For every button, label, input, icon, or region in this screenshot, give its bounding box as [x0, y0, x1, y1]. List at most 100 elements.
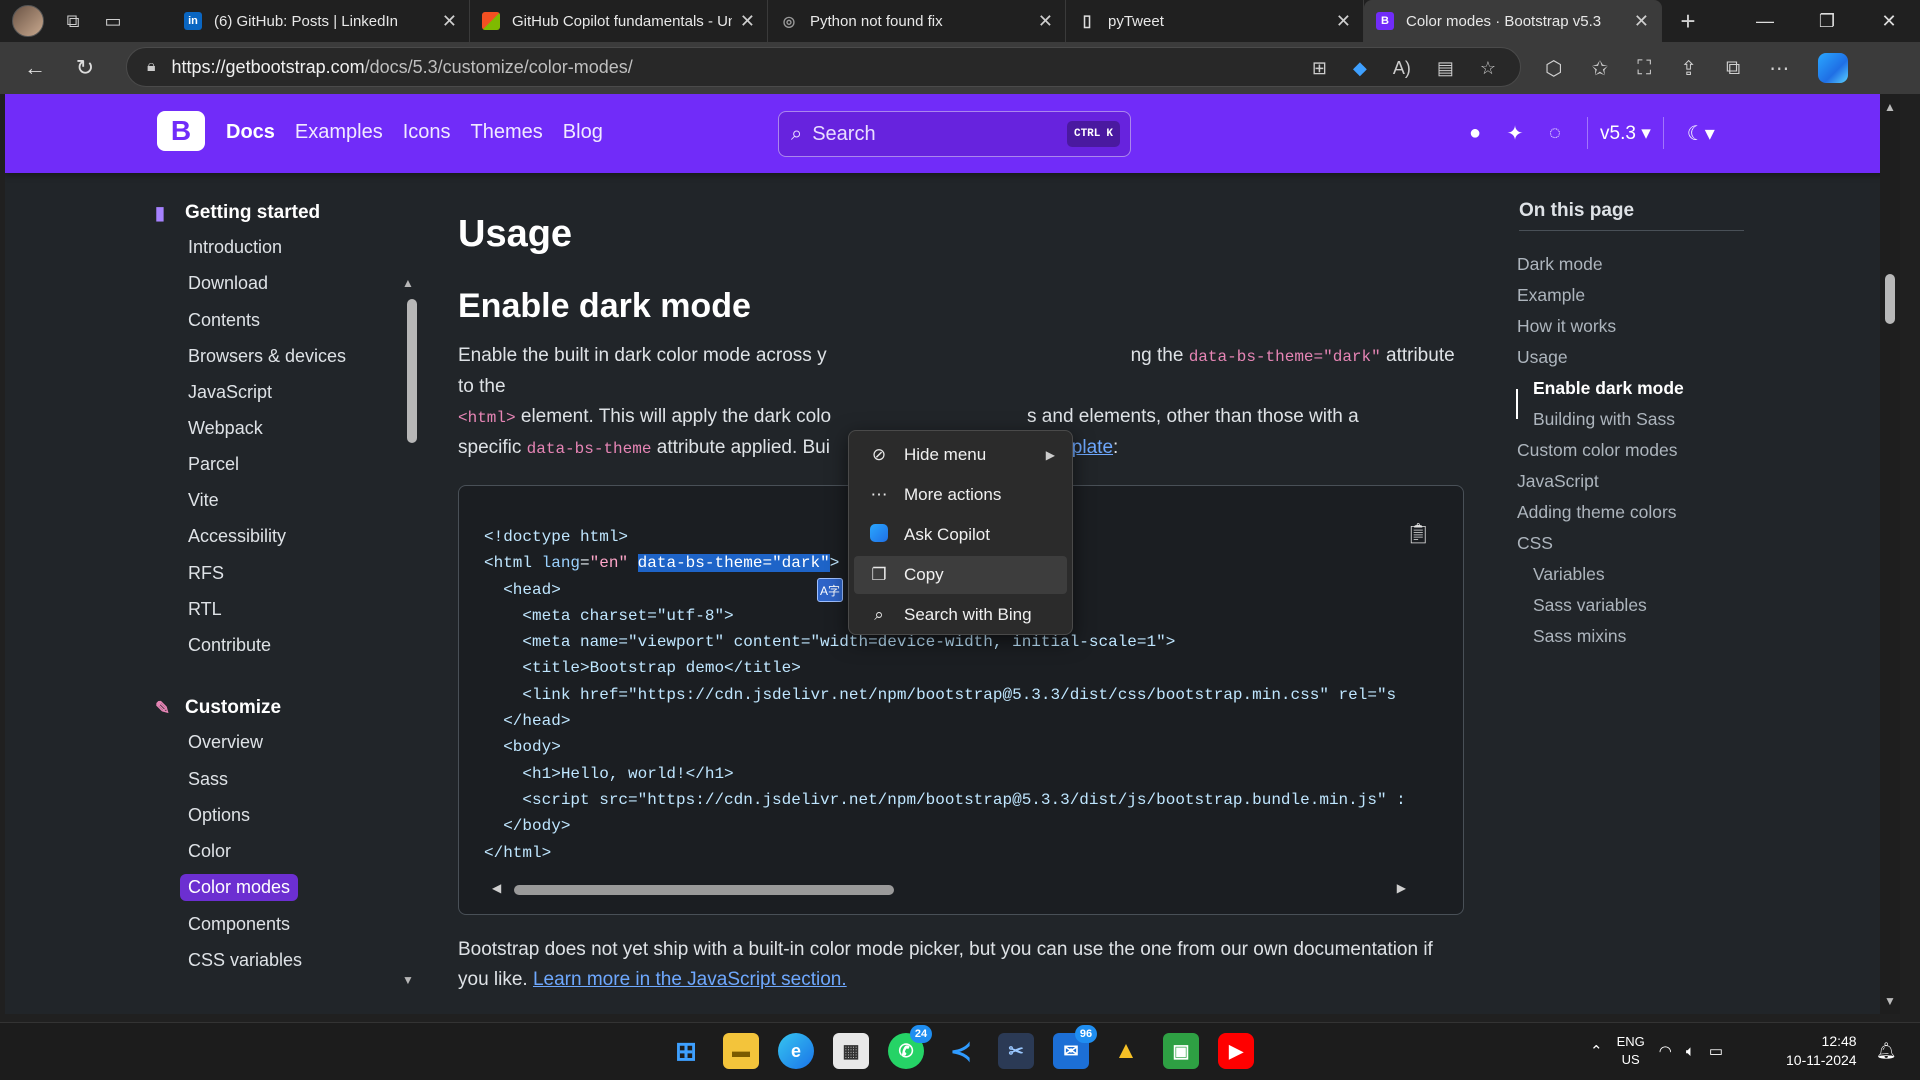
copy-code-icon[interactable]: 📋︎ [1406, 521, 1431, 546]
sidebar-item-download[interactable]: Download [188, 273, 268, 294]
tab-linkedin[interactable]: in (6) GitHub: Posts | LinkedIn ✕ [172, 0, 470, 42]
sidebar-item-parcel[interactable]: Parcel [188, 454, 239, 475]
file-explorer-icon[interactable]: ▬ [723, 1033, 759, 1069]
youtube-icon[interactable]: ▶ [1218, 1033, 1254, 1069]
toc-item-usage[interactable]: Usage [1517, 347, 1568, 368]
minimize-button[interactable]: — [1734, 0, 1796, 42]
toc-item-example[interactable]: Example [1517, 285, 1585, 306]
docs-search-button[interactable]: ⌕ Search CTRL K [778, 111, 1131, 157]
toc-item-css[interactable]: CSS [1517, 533, 1553, 554]
screenshot-icon[interactable]: ⛶ [1637, 57, 1651, 80]
google-drive-icon[interactable]: ▲ [1108, 1033, 1144, 1069]
notification-bell-icon[interactable]: 🔔︎ [1876, 1041, 1896, 1061]
battery-icon[interactable]: ▭ [1709, 1042, 1723, 1060]
toc-item-how-it-works[interactable]: How it works [1517, 316, 1616, 337]
restore-button[interactable]: ❐ [1796, 0, 1858, 42]
whatsapp-icon[interactable]: ✆ 24 [888, 1025, 932, 1069]
favorites-icon[interactable]: ✩ [1591, 56, 1608, 81]
toc-item-sass-variables[interactable]: Sass variables [1533, 595, 1647, 616]
sidebar-item-color[interactable]: Color [188, 841, 231, 862]
vscode-icon[interactable]: ≺ [943, 1033, 979, 1069]
sidebar-item-browsers-devices[interactable]: Browsers & devices [188, 346, 346, 367]
language-indicator[interactable]: ENG US [1617, 1033, 1645, 1069]
sidebar-item-contents[interactable]: Contents [188, 310, 260, 331]
sidebar-item-options[interactable]: Options [188, 805, 250, 826]
sidebar-item-introduction[interactable]: Introduction [188, 237, 282, 258]
sidebar-item-vite[interactable]: Vite [188, 490, 219, 511]
shopping-tag-icon[interactable]: ◆ [1353, 58, 1367, 79]
toc-item-building-with-sass[interactable]: Building with Sass [1533, 409, 1675, 430]
read-aloud-icon[interactable]: A) [1393, 58, 1411, 79]
twitter-icon[interactable]: ✦ [1495, 121, 1535, 146]
reader-mode-icon[interactable]: ▤ [1437, 58, 1454, 79]
toc-item-adding-theme-colors[interactable]: Adding theme colors [1517, 502, 1677, 523]
sidebar-item-overview[interactable]: Overview [188, 732, 263, 753]
menu-item-copy[interactable]: ❐ Copy [854, 556, 1067, 594]
javascript-section-link[interactable]: Learn more in the JavaScript section. [533, 969, 847, 990]
translate-icon[interactable]: A字 [817, 578, 843, 602]
tab-python-fix[interactable]: ◎ Python not found fix ✕ [768, 0, 1066, 42]
menu-item-more-actions[interactable]: ⋯ More actions [854, 476, 1067, 514]
refresh-button[interactable]: ↻ [60, 55, 110, 81]
share-icon[interactable]: ⇪ [1680, 56, 1697, 81]
scroll-down-arrow[interactable]: ▼ [1884, 994, 1896, 1008]
new-tab-button[interactable]: + [1668, 6, 1708, 37]
toc-item-javascript[interactable]: JavaScript [1517, 471, 1599, 492]
scroll-up-arrow[interactable]: ▲ [1884, 100, 1896, 114]
copilot-icon[interactable] [1818, 53, 1849, 83]
windows-start-icon[interactable]: ⊞ [668, 1033, 704, 1069]
github-icon[interactable]: ● [1455, 122, 1495, 145]
toc-item-enable-dark-mode[interactable]: Enable dark mode [1533, 378, 1684, 399]
favorite-star-icon[interactable]: ☆ [1480, 58, 1496, 79]
menu-item-hide-menu[interactable]: ⊘ Hide menu ▶ [854, 436, 1067, 474]
scrollbar-thumb[interactable] [514, 885, 894, 895]
page-scrollbar[interactable]: ▲ ▼ [1880, 94, 1900, 1014]
scroll-right-arrow[interactable]: ▶ [1397, 881, 1406, 895]
address-bar[interactable]: 🔒︎ https://getbootstrap.com/docs/5.3/cus… [126, 47, 1521, 87]
close-icon[interactable]: ✕ [740, 11, 755, 32]
nav-themes[interactable]: Themes [471, 121, 543, 144]
close-window-button[interactable]: ✕ [1858, 0, 1920, 42]
scroll-left-arrow[interactable]: ◀ [492, 881, 501, 895]
scroll-up-arrow[interactable]: ▲ [402, 276, 414, 290]
bootstrap-logo[interactable]: B [157, 111, 205, 151]
sidebar-item-contribute[interactable]: Contribute [188, 635, 271, 656]
sidebar-item-components[interactable]: Components [188, 914, 290, 935]
system-clock[interactable]: 12:48 10-11-2024 [1786, 1032, 1857, 1070]
close-icon[interactable]: ✕ [1038, 11, 1053, 32]
nav-icons[interactable]: Icons [403, 121, 451, 144]
sidebar-item-rtl[interactable]: RTL [188, 599, 222, 620]
extensions-icon[interactable]: ⬡ [1545, 56, 1562, 81]
tab-bootstrap-color-modes[interactable]: B Color modes · Bootstrap v5.3 ✕ [1364, 0, 1662, 42]
toc-item-variables[interactable]: Variables [1533, 564, 1605, 585]
sidebar-item-javascript[interactable]: JavaScript [188, 382, 272, 403]
menu-item-ask-copilot[interactable]: Ask Copilot [854, 516, 1067, 554]
google-meet-icon[interactable]: ▣ [1163, 1033, 1199, 1069]
scroll-down-arrow[interactable]: ▼ [402, 973, 414, 987]
store-icon[interactable]: ▦ [833, 1033, 869, 1069]
nav-blog[interactable]: Blog [563, 121, 603, 144]
nav-examples[interactable]: Examples [295, 121, 383, 144]
volume-icon[interactable]: 🔈︎ [1686, 1043, 1695, 1060]
workspaces-icon[interactable]: ⧉ [62, 10, 84, 32]
wifi-icon[interactable]: ◠ [1659, 1042, 1672, 1060]
more-icon[interactable]: ⋯ [1769, 56, 1789, 81]
page-scrollbar-thumb[interactable] [1885, 274, 1895, 324]
tab-actions-icon[interactable]: ▭ [102, 10, 124, 32]
sidebar-item-accessibility[interactable]: Accessibility [188, 526, 286, 547]
menu-item-search-with-bing[interactable]: ⌕ Search with Bing [854, 596, 1067, 634]
sidebar-item-webpack[interactable]: Webpack [188, 418, 263, 439]
back-button[interactable]: ← [10, 55, 60, 81]
toc-item-custom-color-modes[interactable]: Custom color modes [1517, 440, 1677, 461]
mail-icon[interactable]: ✉ 96 [1053, 1025, 1097, 1069]
sidebar-item-css-variables[interactable]: CSS variables [188, 950, 302, 971]
nav-docs[interactable]: Docs [226, 121, 275, 144]
sidebar-item-sass[interactable]: Sass [188, 769, 228, 790]
sidebar-scrollbar-thumb[interactable] [407, 299, 417, 443]
code-horizontal-scrollbar[interactable]: ◀ ▶ [484, 881, 1414, 897]
collections-icon[interactable]: ⧉ [1726, 57, 1740, 80]
theme-toggle-icon[interactable]: ☾▾ [1676, 121, 1726, 146]
lock-icon[interactable]: 🔒︎ [147, 58, 156, 76]
edge-browser-icon[interactable]: e [778, 1033, 814, 1069]
chevron-up-icon[interactable]: ⌃ [1590, 1042, 1603, 1060]
